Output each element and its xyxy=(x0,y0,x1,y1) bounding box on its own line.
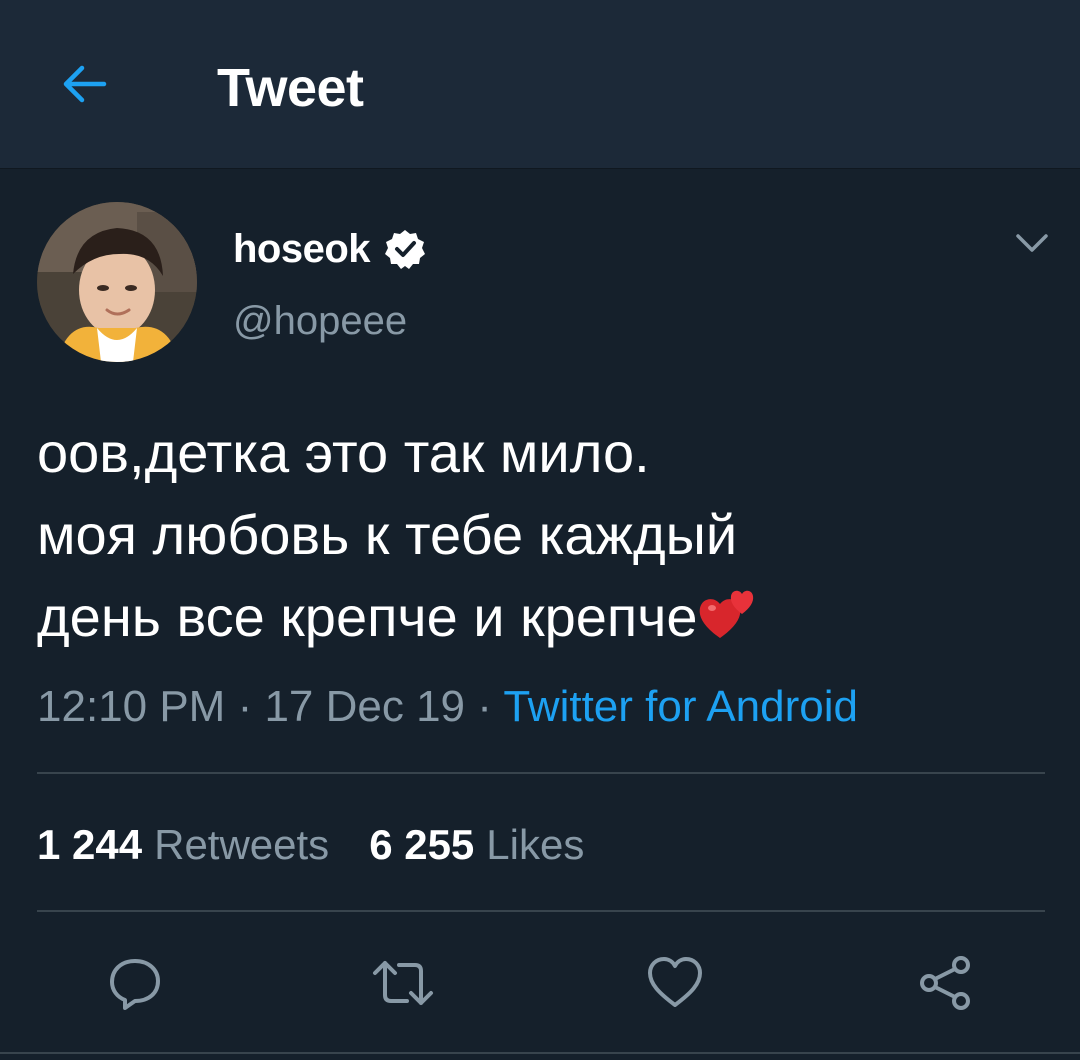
meta-separator: · xyxy=(225,682,265,731)
reply-button[interactable] xyxy=(100,948,170,1018)
retweets-label: Retweets xyxy=(154,821,330,868)
back-button[interactable] xyxy=(52,52,116,116)
tweet-stats: 1 244 Retweets 6 255 Likes xyxy=(37,818,624,872)
two-hearts-emoji xyxy=(698,580,758,638)
tweet-date: 17 Dec 19 xyxy=(264,682,466,731)
arrow-left-icon xyxy=(63,65,107,103)
tweet-options-button[interactable] xyxy=(1010,222,1054,266)
author-handle[interactable]: @hopeee xyxy=(233,296,407,346)
likes-stat[interactable]: 6 255 Likes xyxy=(369,818,584,872)
share-button[interactable] xyxy=(910,948,980,1018)
tweet-text-line: моя любовь к тебе каждый xyxy=(37,503,738,566)
bottom-divider xyxy=(0,1052,1080,1054)
likes-count: 6 255 xyxy=(369,821,475,868)
retweets-stat[interactable]: 1 244 Retweets xyxy=(37,818,329,872)
heart-icon xyxy=(648,957,702,1007)
share-icon xyxy=(920,956,970,1010)
likes-label: Likes xyxy=(486,821,585,868)
tweet-actions xyxy=(0,948,1080,1018)
retweet-icon xyxy=(373,961,433,1005)
author-name: hoseok xyxy=(233,226,371,271)
verified-badge-icon xyxy=(384,228,426,270)
retweet-button[interactable] xyxy=(368,948,438,1018)
tweet-source-link[interactable]: Twitter for Android xyxy=(503,682,858,731)
divider xyxy=(37,772,1045,774)
chevron-down-icon xyxy=(1016,234,1048,252)
meta-separator: · xyxy=(465,682,504,731)
tweet-text-line-with-emoji: день все крепче и крепче xyxy=(37,576,1047,658)
tweet-text: оов,детка это так мило. моя любовь к теб… xyxy=(37,412,1047,658)
tweet-time: 12:10 PM xyxy=(37,682,226,731)
tweet-text-line: день все крепче и крепче xyxy=(37,585,698,648)
retweets-count: 1 244 xyxy=(37,821,143,868)
reply-icon xyxy=(110,959,160,1010)
tweet-meta: 12:10 PM · 17 Dec 19 · Twitter for Andro… xyxy=(37,680,858,734)
divider xyxy=(37,910,1045,912)
like-button[interactable] xyxy=(640,948,710,1018)
avatar[interactable] xyxy=(37,202,197,362)
avatar-photo xyxy=(37,202,197,362)
top-app-bar: Tweet xyxy=(0,0,1080,169)
page-title: Tweet xyxy=(217,58,364,118)
author-name-row[interactable]: hoseok xyxy=(233,224,426,274)
tweet-text-line: оов,детка это так мило. xyxy=(37,421,650,484)
